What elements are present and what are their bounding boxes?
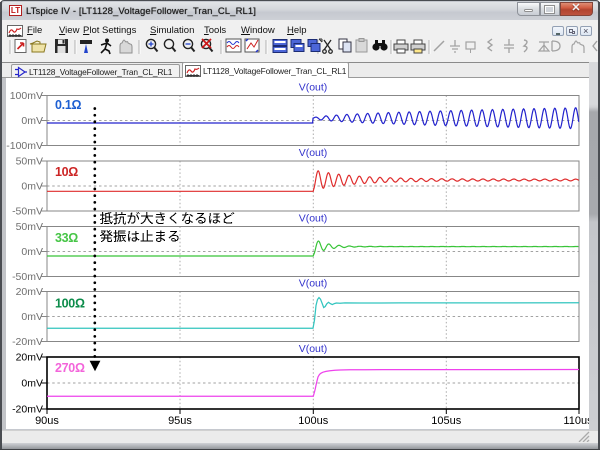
svg-text:33Ω: 33Ω	[55, 231, 78, 245]
svg-text:100Ω: 100Ω	[55, 297, 85, 311]
svg-text:95us: 95us	[168, 415, 192, 427]
svg-text:-50mV: -50mV	[12, 271, 43, 283]
svg-text:105us: 105us	[431, 415, 461, 427]
svg-text:0mV: 0mV	[21, 378, 43, 390]
svg-text:20mV: 20mV	[16, 352, 43, 364]
svg-text:-100mV: -100mV	[6, 140, 43, 152]
svg-text:0mV: 0mV	[21, 115, 43, 127]
svg-text:V(out): V(out)	[299, 343, 328, 355]
svg-text:100mV: 100mV	[10, 90, 43, 102]
svg-text:50mV: 50mV	[16, 221, 43, 233]
svg-text:V(out): V(out)	[299, 213, 328, 225]
svg-text:270Ω: 270Ω	[55, 361, 85, 375]
svg-text:0mV: 0mV	[21, 246, 43, 258]
svg-text:20mV: 20mV	[16, 286, 43, 298]
svg-text:V(out): V(out)	[299, 147, 328, 159]
svg-text:V(out): V(out)	[299, 82, 328, 94]
svg-text:100us: 100us	[298, 415, 328, 427]
svg-text:-50mV: -50mV	[12, 206, 43, 218]
svg-text:50mV: 50mV	[16, 156, 43, 168]
svg-text:-20mV: -20mV	[12, 404, 43, 416]
svg-text:-20mV: -20mV	[12, 336, 43, 348]
svg-text:V(out): V(out)	[299, 278, 328, 290]
svg-text:0.1Ω: 0.1Ω	[55, 98, 81, 112]
svg-text:10Ω: 10Ω	[55, 165, 78, 179]
svg-text:0mV: 0mV	[21, 311, 43, 323]
svg-text:0mV: 0mV	[21, 181, 43, 193]
svg-text:90us: 90us	[35, 415, 59, 427]
